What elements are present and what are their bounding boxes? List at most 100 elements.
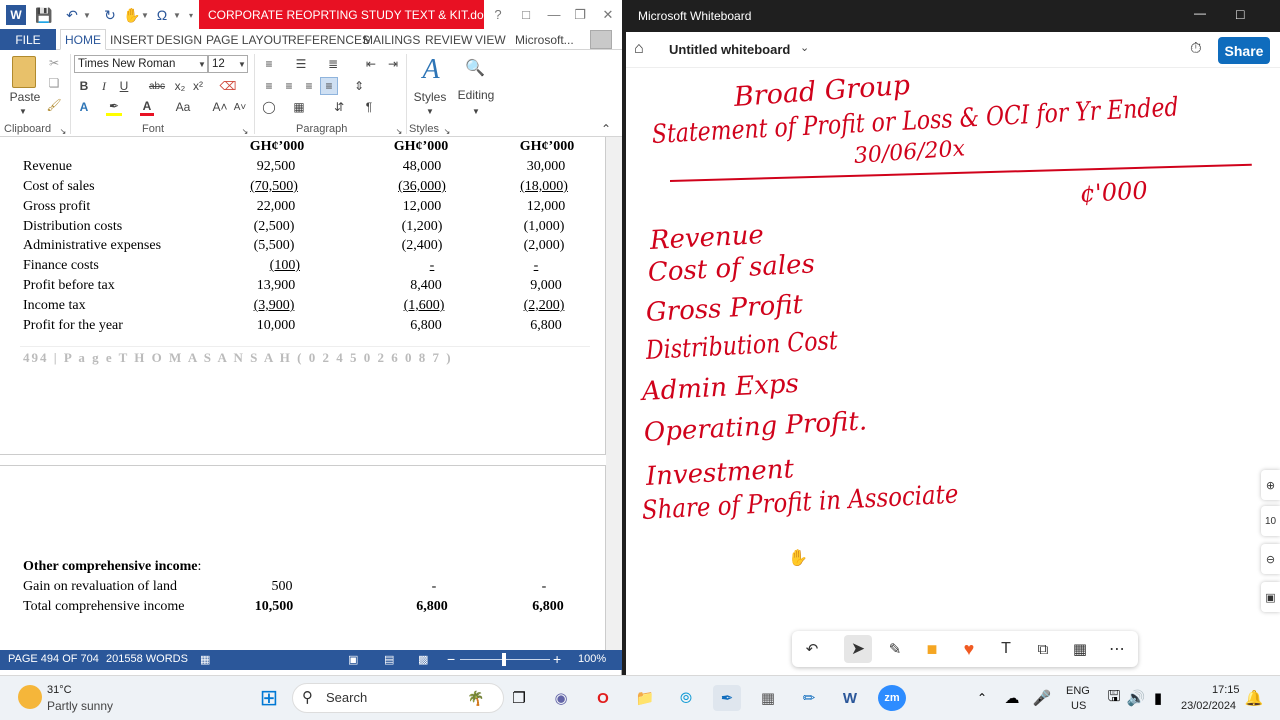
read-mode-icon[interactable]: ▣ [348,653,358,666]
save-icon[interactable]: 💾 [34,5,54,25]
input-language[interactable]: ENG [1066,685,1090,697]
text-icon[interactable]: T [992,635,1020,663]
change-case-icon[interactable]: Aa [172,98,194,116]
superscript-icon[interactable]: x² [190,77,206,95]
borders-icon[interactable]: ▦ [290,98,308,116]
whiteboard-app-icon[interactable]: ✏ [795,685,823,711]
grow-font-icon[interactable]: A˄ [212,98,228,116]
paste-dropdown-icon[interactable]: ▼ [16,102,30,120]
align-center-icon[interactable]: ≡ [280,77,298,95]
highlight-icon[interactable]: ✒ [106,98,122,116]
sticky-note-icon[interactable]: ■ [918,635,946,663]
clock-date[interactable]: 23/02/2024 [1181,700,1236,712]
tab-home[interactable]: HOME [60,29,106,50]
font-name-select[interactable]: Times New Roman [74,55,208,73]
tab-insert[interactable]: INSERT [110,29,154,50]
document-page[interactable]: GH¢’000 GH¢’000 GH¢’000 Revenue 92,500 4… [0,137,606,650]
weather-temp[interactable]: 31°C [47,684,72,696]
battery-icon[interactable]: ▮ [1144,685,1172,711]
zoom-in-icon[interactable]: + [553,651,561,667]
restore-button[interactable]: ❐ [566,0,594,29]
share-button[interactable]: Share [1218,37,1270,64]
close-button[interactable]: ✕ [594,0,622,29]
cut-icon[interactable]: ✂ [46,54,62,72]
clear-formatting-icon[interactable]: ⌫ [220,77,237,95]
shapes-icon[interactable]: ⧉ [1029,635,1057,663]
bullets-icon[interactable]: ≡ [260,55,278,73]
zoom-out-side-button[interactable]: ⊖ [1261,544,1280,574]
notifications-icon[interactable]: 🔔 [1240,685,1268,711]
undo-icon[interactable]: ↶ [62,5,82,25]
help-button[interactable]: ? [484,0,512,29]
strikethrough-icon[interactable]: abc [148,77,166,95]
vertical-scrollbar[interactable] [606,137,622,650]
weather-icon[interactable] [18,685,42,709]
zoom-slider-thumb[interactable] [502,653,506,666]
tab-references[interactable]: REFERENCES [288,29,370,50]
line-spacing-icon[interactable]: ⇕ [350,77,368,95]
numbering-icon[interactable]: ☰ [292,55,310,73]
shrink-font-icon[interactable]: A˅ [232,98,248,116]
board-name[interactable]: Untitled whiteboard [669,42,790,57]
collapse-ribbon-icon[interactable]: ⌃ [598,120,614,138]
undo-dropdown-icon[interactable]: ▼ [82,5,92,25]
timer-icon[interactable]: ⏱ [1190,40,1202,57]
touch-dropdown-icon[interactable]: ▼ [140,5,150,25]
whiteboard-taskbar-icon[interactable]: ✒ [713,685,741,711]
zoom-app-icon[interactable]: zm [878,685,906,711]
styles-icon[interactable]: A [418,54,444,86]
teams-chat-icon[interactable]: ◉ [547,685,575,711]
zoom-level-side[interactable]: 10 [1261,506,1280,536]
copy-icon[interactable]: ❏ [46,74,62,92]
reactions-icon[interactable]: ♥ [955,635,983,663]
clock-time[interactable]: 17:15 [1212,684,1240,696]
symbol-dropdown-icon[interactable]: ▼ [172,5,182,25]
align-left-icon[interactable]: ≡ [260,77,278,95]
redo-icon[interactable]: ↻ [100,5,120,25]
underline-icon[interactable]: U [116,77,132,95]
tab-review[interactable]: REVIEW [425,29,472,50]
word-taskbar-icon[interactable]: W [836,685,864,711]
show-hidden-icons[interactable]: ⌃ [968,685,996,711]
file-explorer-icon[interactable]: 📁 [631,685,659,711]
tab-page-layout[interactable]: PAGE LAYOUT [206,29,289,50]
minimize-button[interactable]: — [540,0,568,29]
tab-account[interactable]: Microsoft... [515,29,574,50]
zoom-out-icon[interactable]: − [447,651,455,667]
word-count[interactable]: 201558 WORDS [106,653,188,665]
undo-icon[interactable]: ↶ [798,635,826,663]
board-name-chevron-icon[interactable]: ⌄ [800,41,809,54]
shading-icon[interactable]: ◯ [260,98,278,116]
subscript-icon[interactable]: x₂ [172,77,188,95]
paste-icon[interactable] [12,56,36,88]
tab-file[interactable]: FILE [0,29,56,50]
home-icon[interactable]: ⌂ [634,40,644,58]
decrease-indent-icon[interactable]: ⇤ [362,55,380,73]
search-label[interactable]: Search [326,690,367,705]
zoom-level[interactable]: 100% [578,653,606,665]
symbol-icon[interactable]: Ω [152,5,172,25]
font-color-icon[interactable]: A [140,98,154,116]
fit-view-side-button[interactable]: ▣ [1261,582,1280,612]
pen-icon[interactable]: ✎ [881,635,909,663]
templates-icon[interactable]: ▦ [1066,635,1094,663]
align-right-icon[interactable]: ≡ [300,77,318,95]
tab-mailings[interactable]: MAILINGS [363,29,420,50]
minimize-button[interactable]: — [1194,6,1206,20]
page-count[interactable]: PAGE 494 OF 704 [8,653,99,665]
task-view-icon[interactable]: ❐ [505,685,533,711]
whiteboard-canvas[interactable]: Broad Group Statement of Profit or Loss … [626,68,1280,675]
styles-dropdown-icon[interactable]: ▼ [424,102,436,120]
calculator-icon[interactable]: ▦ [754,685,782,711]
ribbon-display-icon[interactable]: □ [512,0,540,29]
justify-icon[interactable]: ≡ [320,77,338,95]
start-icon[interactable]: ⊞ [255,685,283,711]
bold-icon[interactable]: B [76,77,92,95]
multilevel-list-icon[interactable]: ≣ [324,55,342,73]
tab-view[interactable]: VIEW [475,29,506,50]
input-region[interactable]: US [1071,700,1086,712]
zoom-in-side-button[interactable]: ⊕ [1261,470,1280,500]
web-layout-icon[interactable]: ▩ [418,653,428,666]
font-name-dropdown-icon[interactable]: ▼ [196,55,208,73]
increase-indent-icon[interactable]: ⇥ [384,55,402,73]
